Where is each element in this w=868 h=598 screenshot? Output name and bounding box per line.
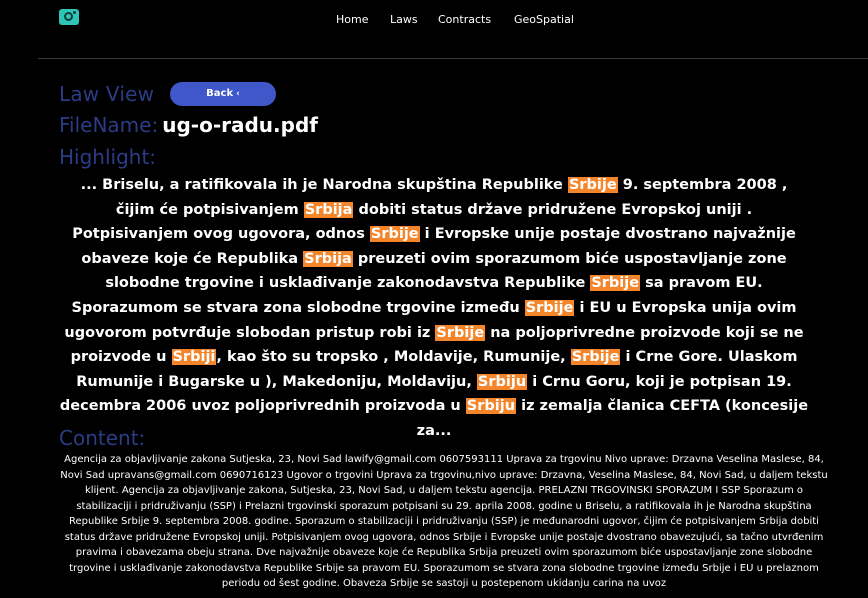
eye-glasses-icon[interactable]: [59, 9, 79, 25]
logo-lens: [64, 12, 73, 21]
highlighted-term: Srbije: [570, 349, 621, 366]
highlighted-term: Srbije: [435, 324, 486, 341]
highlighted-term: Srbija: [303, 250, 353, 267]
highlighted-term: Srbije: [590, 275, 641, 292]
header-divider: [38, 58, 868, 59]
nav-link-contracts[interactable]: Contracts: [438, 13, 491, 26]
logo-dot: [73, 11, 76, 14]
highlighted-term: Srbije: [369, 226, 420, 243]
page-title: Law View: [59, 82, 155, 106]
filename-label: FileName:: [59, 113, 159, 137]
nav-link-home[interactable]: Home: [336, 13, 368, 26]
nav-link-geospatial[interactable]: GeoSpatial: [514, 13, 574, 26]
highlighted-term: Srbiji: [171, 349, 217, 366]
back-button[interactable]: Back ‹: [170, 82, 276, 106]
top-navbar: Home Laws Contracts GeoSpatial: [0, 0, 868, 40]
back-button-label: Back: [206, 88, 234, 99]
highlighted-term: Srbiju: [465, 398, 517, 415]
highlighted-term: Srbiju: [476, 373, 528, 390]
highlight-segment: ... Briselu, a ratifikovala ih je Narodn…: [80, 177, 568, 193]
nav-link-laws[interactable]: Laws: [390, 13, 418, 26]
highlight-label: Highlight:: [59, 145, 157, 169]
highlighted-term: Srbije: [524, 299, 575, 316]
highlight-segment: , kao što su tropsko , Moldavije, Rumuni…: [216, 349, 571, 366]
chevron-left-icon: ‹: [236, 89, 240, 99]
content-text: Agencija za objavljivanje zakona Sutjesk…: [60, 454, 828, 589]
filename-value: ug-o-radu.pdf: [162, 113, 318, 137]
content-label: Content:: [59, 426, 146, 450]
highlight-text: ... Briselu, a ratifikovala ih je Narodn…: [59, 173, 809, 444]
filename-row: FileName: ug-o-radu.pdf: [59, 113, 318, 137]
highlighted-term: Srbija: [303, 201, 354, 218]
highlighted-term: Srbije: [567, 177, 618, 193]
